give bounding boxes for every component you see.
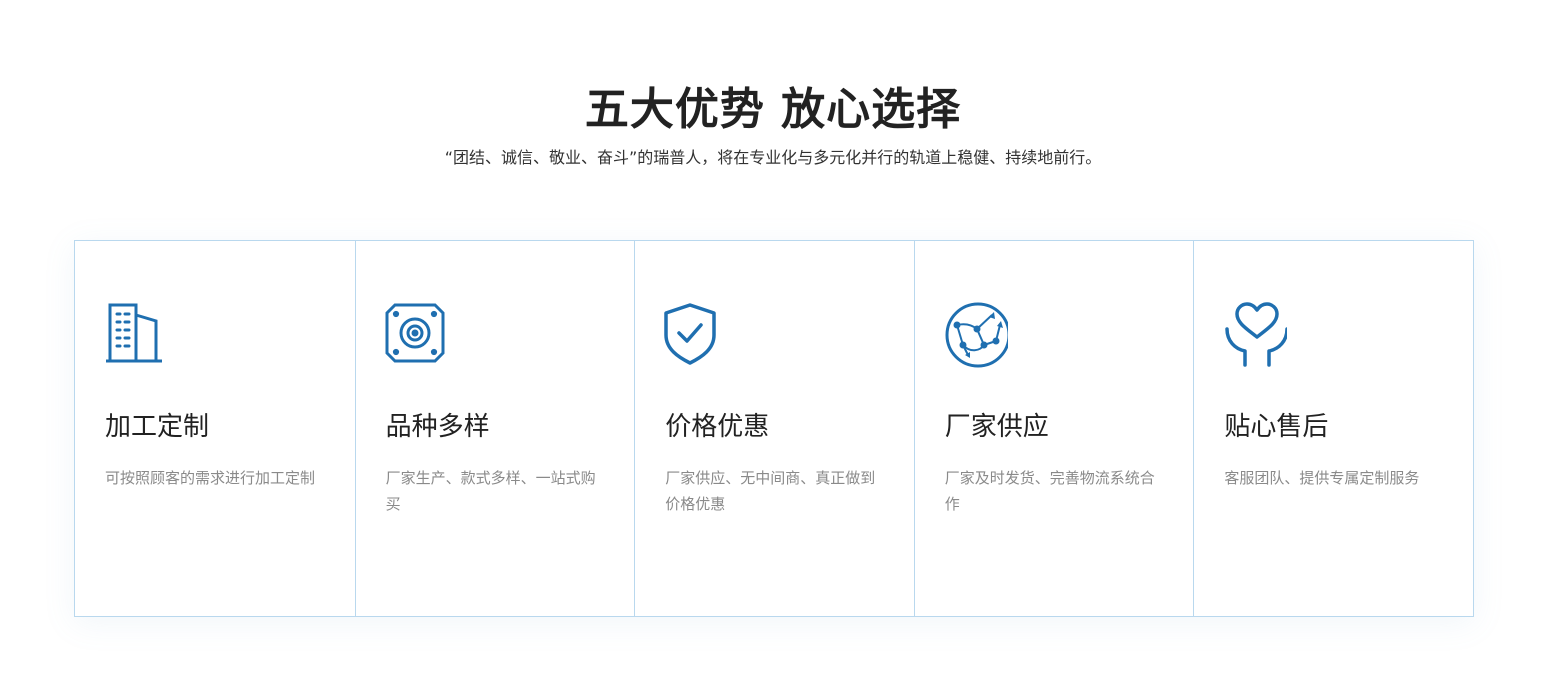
- feature-desc: 厂家及时发货、完善物流系统合作: [944, 469, 1155, 513]
- feature-title: 加工定制: [105, 412, 210, 442]
- feature-desc: 客服团队、提供专属定制服务: [1224, 469, 1420, 487]
- section-title: 五大优势 放心选择: [584, 84, 962, 135]
- feature-title: 价格优惠: [665, 412, 770, 442]
- feature-card-customization[interactable]: 加工定制 可按照顾客的需求进行加工定制: [75, 241, 355, 616]
- feature-title: 贴心售后: [1224, 412, 1329, 442]
- feature-desc: 厂家生产、款式多样、一站式购买: [385, 469, 596, 513]
- feature-card-service[interactable]: 贴心售后 客服团队、提供专属定制服务: [1193, 241, 1473, 616]
- network-globe-icon: [944, 301, 1008, 369]
- building-icon: [104, 301, 168, 369]
- device-icon: [385, 301, 449, 369]
- feature-desc: 厂家供应、无中间商、真正做到价格优惠: [665, 469, 876, 513]
- advantages-section: 五大优势 放心选择 “团结、诚信、敬业、奋斗”的瑞普人，将在专业化与多元化并行的…: [0, 0, 1546, 696]
- feature-title: 厂家供应: [944, 412, 1049, 442]
- section-subtitle: “团结、诚信、敬业、奋斗”的瑞普人，将在专业化与多元化并行的轨道上稳健、持续地前…: [444, 148, 1102, 167]
- feature-card-price[interactable]: 价格优惠 厂家供应、无中间商、真正做到价格优惠: [634, 241, 914, 616]
- heart-hands-icon: [1223, 301, 1288, 369]
- feature-title: 品种多样: [385, 412, 490, 442]
- shield-check-icon: [664, 301, 728, 369]
- feature-card-variety[interactable]: 品种多样 厂家生产、款式多样、一站式购买: [354, 241, 635, 616]
- feature-card-supply[interactable]: 厂家供应 厂家及时发货、完善物流系统合作: [913, 241, 1194, 616]
- feature-desc: 可按照顾客的需求进行加工定制: [105, 469, 316, 487]
- feature-cards: 加工定制 可按照顾客的需求进行加工定制 品种多样 厂家生产、款式多样、一站式购买: [74, 240, 1474, 617]
